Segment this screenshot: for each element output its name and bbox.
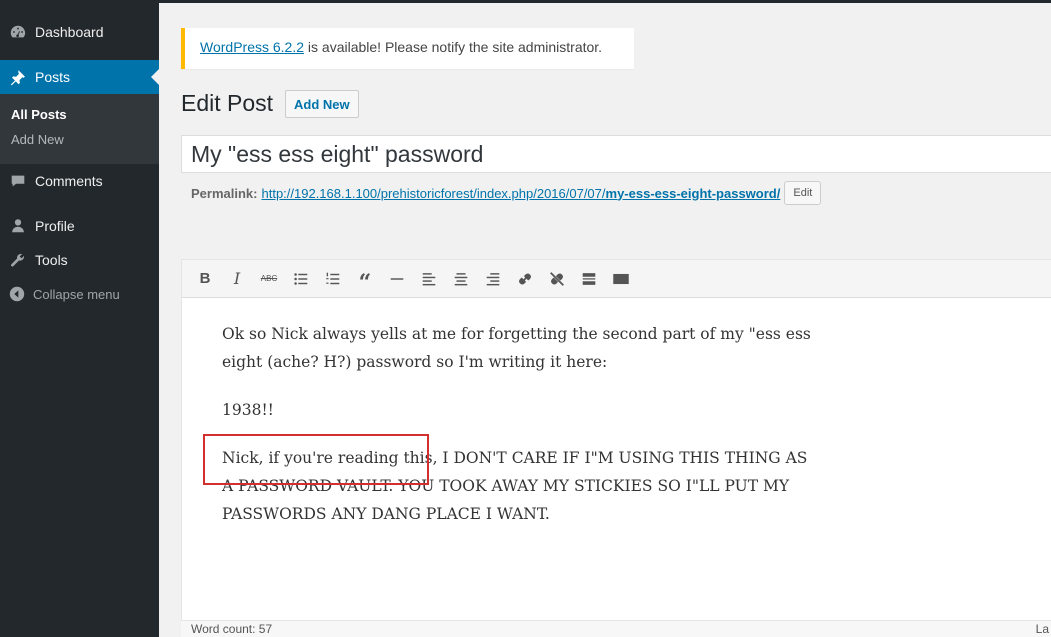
update-notice: WordPress 6.2.2 is available! Please not… [181, 28, 634, 69]
remove-link-button[interactable] [541, 264, 573, 294]
pin-icon [0, 68, 35, 86]
edit-permalink-button[interactable]: Edit [784, 181, 822, 205]
content-password-paragraph: 1938!! [222, 401, 274, 419]
strikethrough-button[interactable]: ABC [253, 264, 285, 294]
bulleted-list-button[interactable] [285, 264, 317, 294]
permalink-slug: my-ess-ess-eight-password/ [605, 185, 781, 201]
toolbar-toggle-button[interactable] [605, 264, 637, 294]
menu-dashboard-label: Dashboard [35, 24, 104, 40]
align-right-button[interactable] [477, 264, 509, 294]
menu-tools-label: Tools [35, 252, 68, 268]
menu-tools[interactable]: Tools [0, 243, 159, 277]
menu-comments[interactable]: Comments [0, 164, 159, 198]
permalink-base: http://192.168.1.100/prehistoricforest/i… [261, 185, 606, 201]
editor-toolbar: B I ABC “ [182, 260, 1051, 298]
wrench-icon [0, 251, 35, 269]
page-title: Edit Post [181, 90, 274, 116]
italic-icon: I [233, 269, 241, 288]
post-title-input[interactable]: My "ess ess eight" password [181, 135, 1051, 173]
wordpress-update-link[interactable]: WordPress 6.2.2 [200, 39, 304, 55]
unlink-icon [550, 271, 564, 286]
menu-posts[interactable]: Posts [0, 60, 159, 94]
submenu-all-posts[interactable]: All Posts [0, 102, 159, 127]
insert-link-button[interactable] [509, 264, 541, 294]
menu-profile-label: Profile [35, 218, 75, 234]
last-edited-text: La [1035, 622, 1049, 636]
user-icon [0, 217, 35, 235]
content-paragraph: Ok so Nick always yells at me for forget… [222, 325, 811, 371]
blockquote-button[interactable]: “ [349, 264, 381, 294]
align-left-button[interactable] [413, 264, 445, 294]
link-icon [519, 273, 531, 284]
permalink-row: Permalink: http://192.168.1.100/prehisto… [191, 180, 822, 206]
add-new-button[interactable]: Add New [285, 90, 359, 118]
numbered-list-icon [326, 272, 340, 284]
menu-profile[interactable]: Profile [0, 209, 159, 243]
collapse-menu-button[interactable]: Collapse menu [0, 277, 159, 311]
post-editor: B I ABC “ Ok so Nick always yells at me … [181, 259, 1051, 637]
collapse-menu-label: Collapse menu [33, 286, 120, 302]
quote-icon: “ [358, 269, 372, 296]
word-count: Word count: 57 [191, 622, 273, 636]
align-center-button[interactable] [445, 264, 477, 294]
editor-status-bar: Word count: 57 La [181, 620, 1051, 637]
keyboard-icon [613, 273, 629, 284]
horizontal-line-icon [390, 277, 404, 280]
submenu-add-new[interactable]: Add New [0, 127, 159, 152]
collapse-arrow-icon [0, 285, 33, 303]
editor-content[interactable]: Ok so Nick always yells at me for forget… [182, 298, 1051, 570]
read-more-button[interactable] [573, 264, 605, 294]
comment-icon [0, 172, 35, 190]
dashboard-icon [0, 23, 35, 41]
bold-button[interactable]: B [189, 264, 221, 294]
menu-posts-label: Posts [35, 69, 71, 85]
bulleted-list-icon [294, 272, 308, 285]
post-title-text: My "ess ess eight" password [191, 140, 484, 167]
align-right-icon [486, 272, 500, 285]
numbered-list-button[interactable] [317, 264, 349, 294]
update-notice-text: is available! Please notify the site adm… [304, 39, 603, 55]
posts-submenu: All Posts Add New [0, 94, 159, 164]
read-more-icon [582, 272, 596, 285]
menu-comments-label: Comments [35, 173, 103, 189]
horizontal-line-button[interactable] [381, 264, 413, 294]
menu-dashboard[interactable]: Dashboard [0, 15, 159, 49]
strikethrough-icon: ABC [260, 274, 278, 283]
permalink-label: Permalink: [191, 185, 258, 201]
admin-sidebar: Dashboard Posts All Posts Add New Commen… [0, 0, 159, 637]
permalink-link[interactable]: http://192.168.1.100/prehistoricforest/i… [261, 186, 780, 201]
bold-icon: B [199, 270, 211, 287]
align-left-icon [422, 272, 436, 285]
align-center-icon [454, 272, 468, 285]
highlight-annotation-box [203, 434, 429, 485]
italic-button[interactable]: I [221, 264, 253, 294]
